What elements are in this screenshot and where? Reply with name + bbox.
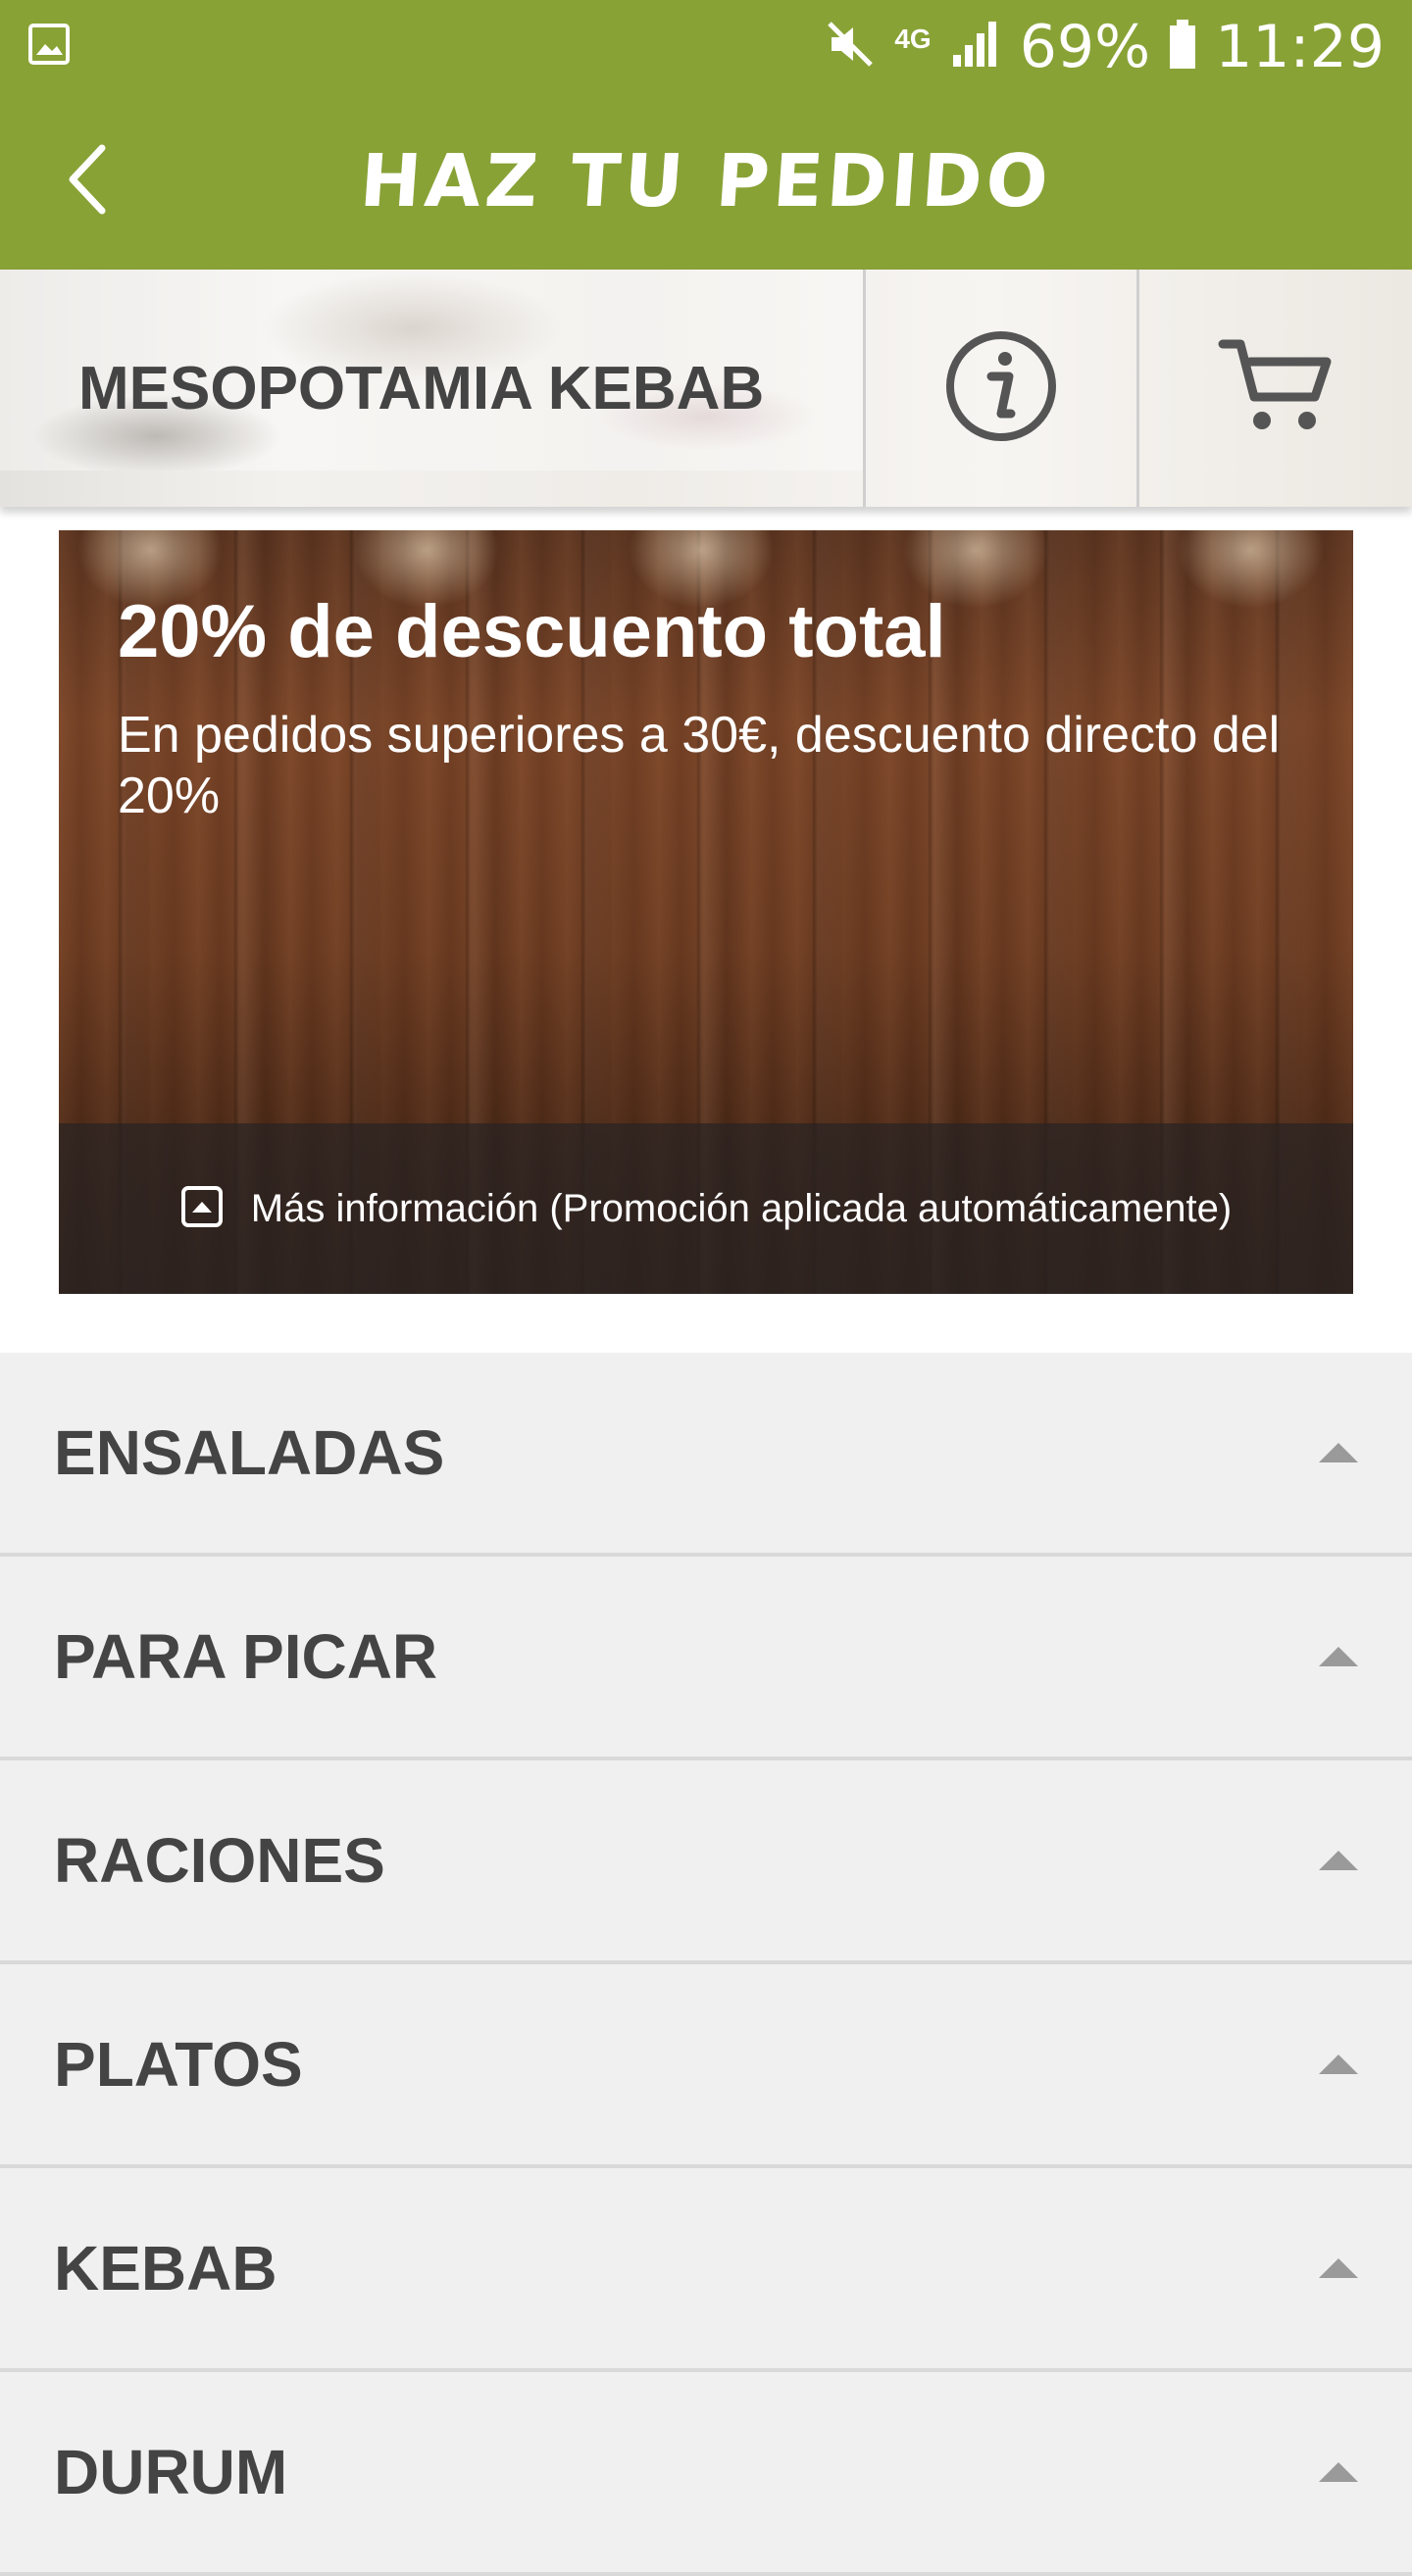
promo-banner[interactable]: 20% de descuento total En pedidos superi… — [59, 530, 1353, 1294]
category-row-kebab[interactable]: KEBAB — [0, 2168, 1412, 2372]
caret-up-icon — [1319, 2258, 1358, 2278]
category-label: DURUM — [54, 2437, 288, 2507]
app-bar: HAZ TU PEDIDO — [0, 93, 1412, 270]
status-right: 4G 69% 11:29 — [824, 18, 1385, 76]
battery-icon — [1168, 18, 1197, 75]
caret-up-icon — [1319, 2055, 1358, 2074]
category-label: PLATOS — [54, 2029, 303, 2100]
category-label: RACIONES — [54, 1825, 385, 1896]
page-title: HAZ TU PEDIDO — [357, 139, 1055, 223]
expand-up-icon — [180, 1185, 224, 1233]
gallery-icon — [27, 23, 71, 71]
info-icon — [942, 327, 1060, 450]
category-row-platos[interactable]: PLATOS — [0, 1964, 1412, 2168]
caret-up-icon — [1319, 1851, 1358, 1870]
promo-description: En pedidos superiores a 30€, descuento d… — [118, 707, 1281, 824]
category-label: PARA PICAR — [54, 1621, 438, 1692]
caret-up-icon — [1319, 1443, 1358, 1462]
category-label: ENSALADAS — [54, 1417, 445, 1488]
category-list: ENSALADAS PARA PICAR RACIONES PLATOS KEB… — [0, 1353, 1412, 2576]
cart-icon — [1217, 332, 1335, 445]
status-bar: 4G 69% 11:29 — [0, 0, 1412, 93]
restaurant-name: MESOPOTAMIA KEBAB — [78, 354, 765, 422]
caret-up-icon — [1319, 2462, 1358, 2482]
cart-button[interactable] — [1139, 270, 1412, 507]
promo-more-info[interactable]: Más información (Promoción aplicada auto… — [59, 1123, 1353, 1294]
status-left — [27, 23, 71, 71]
clock: 11:29 — [1215, 12, 1385, 81]
category-row-para-picar[interactable]: PARA PICAR — [0, 1557, 1412, 1760]
spotlight — [1177, 530, 1324, 609]
category-row-raciones[interactable]: RACIONES — [0, 1760, 1412, 1964]
network-type-label: 4G — [894, 23, 932, 54]
battery-percent: 69% — [1019, 12, 1151, 81]
info-button[interactable] — [866, 270, 1136, 507]
category-row-ensaladas[interactable]: ENSALADAS — [0, 1353, 1412, 1557]
promo-title: 20% de descuento total — [118, 590, 946, 673]
restaurant-header: MESOPOTAMIA KEBAB — [0, 270, 1412, 507]
caret-up-icon — [1319, 1647, 1358, 1666]
more-info-label: Más información (Promoción aplicada auto… — [250, 1186, 1233, 1230]
category-label: KEBAB — [54, 2233, 277, 2304]
category-row-durum[interactable]: DURUM — [0, 2372, 1412, 2576]
mute-icon — [824, 18, 877, 75]
signal-icon — [949, 18, 1002, 75]
